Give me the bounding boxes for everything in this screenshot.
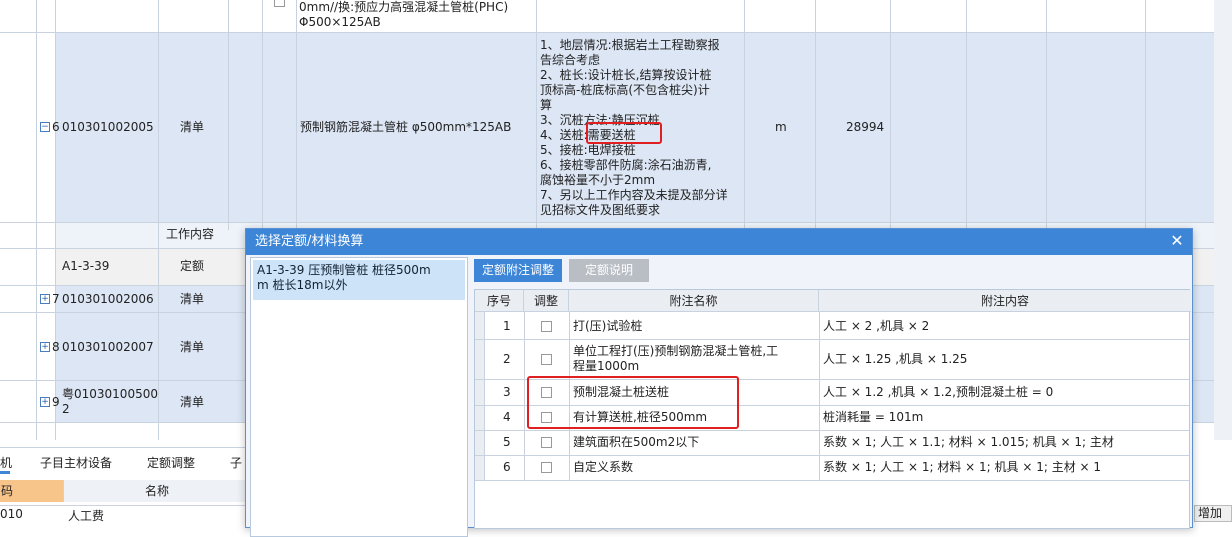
note-row-content: 系数 × 1; 人工 × 1; 材料 × 1; 机具 × 1; 主材 × 1 <box>823 460 1102 474</box>
note-row-content: 人工 × 1.25 ,机具 × 1.25 <box>823 352 968 366</box>
cell-code: 010 <box>0 507 23 521</box>
note-row-content: 人工 × 2 ,机具 × 2 <box>823 319 930 333</box>
note-row-no: 2 <box>503 352 511 366</box>
collapse-icon[interactable]: − <box>40 122 50 132</box>
adjust-checkbox[interactable] <box>541 321 552 332</box>
note-row-no: 4 <box>503 410 511 424</box>
row-checkbox[interactable] <box>274 0 285 7</box>
row-unit: m <box>775 120 787 134</box>
row-seq: 7 <box>52 292 60 306</box>
highlight-box-notes <box>527 376 739 429</box>
quota-list-item[interactable]: A1-3-39 压预制管桩 桩径500m m 桩长18m以外 <box>253 260 465 300</box>
note-row-no: 3 <box>503 385 511 399</box>
tab-quota-note-adjust[interactable]: 定额附注调整 <box>474 259 562 282</box>
note-row-content: 桩消耗量 = 101m <box>823 410 924 424</box>
tab-quota-description[interactable]: 定额说明 <box>569 259 649 282</box>
note-row-name: 建筑面积在500m2以下 <box>573 435 700 449</box>
note-row-content: 人工 × 1.2 ,机具 × 1.2,预制混凝土桩 = 0 <box>823 385 1054 399</box>
col-name-header[interactable]: 名称 <box>64 480 250 502</box>
note-row-name: 单位工程打(压)预制钢筋混凝土管桩,工 <box>573 344 779 358</box>
row-type: 清单 <box>180 292 205 306</box>
adjust-checkbox[interactable] <box>541 462 552 473</box>
row-type: 清单 <box>180 340 205 354</box>
partial-name-line1: 0mm//换:预应力高强混凝土管桩(PHC) <box>299 0 509 14</box>
col-note-content-header[interactable]: 附注内容 <box>819 290 1191 312</box>
note-table: 序号 调整 附注名称 附注内容 1 打(压)试验桩 人工 × 2 ,机具 × 2… <box>474 289 1191 529</box>
row-code-cont: 2 <box>62 402 70 416</box>
add-button[interactable]: 增加 <box>1194 505 1232 522</box>
adjust-checkbox[interactable] <box>541 437 552 448</box>
row-name: 预制钢筋混凝土管桩 φ500mm*125AB <box>300 120 512 134</box>
quota-item-line1: A1-3-39 压预制管桩 桩径500m <box>257 263 431 277</box>
note-row-name-cont: 程量1000m <box>573 359 640 373</box>
col-code-header[interactable]: 码 <box>0 480 64 502</box>
tab-quota-adjust[interactable]: 定额调整 <box>147 454 195 471</box>
active-tab-indicator <box>0 471 10 474</box>
partial-name-line2: Φ500×125AB <box>299 15 381 29</box>
grid-row-partial <box>55 0 1232 32</box>
quota-list-panel: A1-3-39 压预制管桩 桩径500m m 桩长18m以外 <box>250 257 468 537</box>
row-code: 010301002006 <box>62 292 154 306</box>
quota-code: A1-3-39 <box>62 259 110 273</box>
adjust-checkbox[interactable] <box>541 354 552 365</box>
col-adjust-header[interactable]: 调整 <box>524 290 569 312</box>
note-row-no: 1 <box>503 319 511 333</box>
tab-main-material[interactable]: 子目主材设备 <box>40 454 112 471</box>
tab-more[interactable]: 子 <box>230 454 242 471</box>
close-icon[interactable]: ✕ <box>1168 232 1186 250</box>
bottom-tab-bar: 机 子目主材设备 定额调整 子 <box>0 447 250 475</box>
highlight-box-feature <box>586 122 662 144</box>
row-code: 粤01030100500 <box>62 387 158 401</box>
col-seq-header[interactable]: 序号 <box>475 290 524 312</box>
bottom-table-row[interactable]: 010 人工费 <box>0 505 250 523</box>
note-row-content: 系数 × 1; 人工 × 1.1; 材料 × 1.015; 机具 × 1; 主材 <box>823 435 1114 449</box>
expand-icon[interactable]: + <box>40 397 50 407</box>
col-note-name-header[interactable]: 附注名称 <box>569 290 819 312</box>
tab-machine[interactable]: 机 <box>0 454 12 471</box>
row-seq: 8 <box>52 340 60 354</box>
row-code: 010301002007 <box>62 340 154 354</box>
quota-item-line2: m 桩长18m以外 <box>257 278 348 292</box>
row-seq: 9 <box>52 395 60 409</box>
bottom-table-header: 码 名称 <box>0 480 250 502</box>
vertical-scrollbar[interactable] <box>1214 0 1232 440</box>
row-seq: 6 <box>52 120 60 134</box>
expand-icon[interactable]: + <box>40 342 50 352</box>
quota-conversion-dialog: 选择定额/材料换算 ✕ A1-3-39 压预制管桩 桩径500m m 桩长18m… <box>245 228 1193 537</box>
expand-icon[interactable]: + <box>40 294 50 304</box>
note-row-no: 5 <box>503 435 511 449</box>
row-type: 清单 <box>180 120 205 134</box>
cell-name: 人工费 <box>68 509 105 523</box>
quota-type: 定额 <box>180 259 205 273</box>
note-row-name: 自定义系数 <box>573 460 634 474</box>
note-row-no: 6 <box>503 460 511 474</box>
work-content-label[interactable]: 工作内容 <box>166 227 214 242</box>
dialog-title: 选择定额/材料换算 <box>246 229 1192 255</box>
row-type: 清单 <box>180 395 205 409</box>
row-qty: 28994 <box>846 120 885 134</box>
row-code: 010301002005 <box>62 120 154 134</box>
note-row-name: 打(压)试验桩 <box>573 319 643 333</box>
